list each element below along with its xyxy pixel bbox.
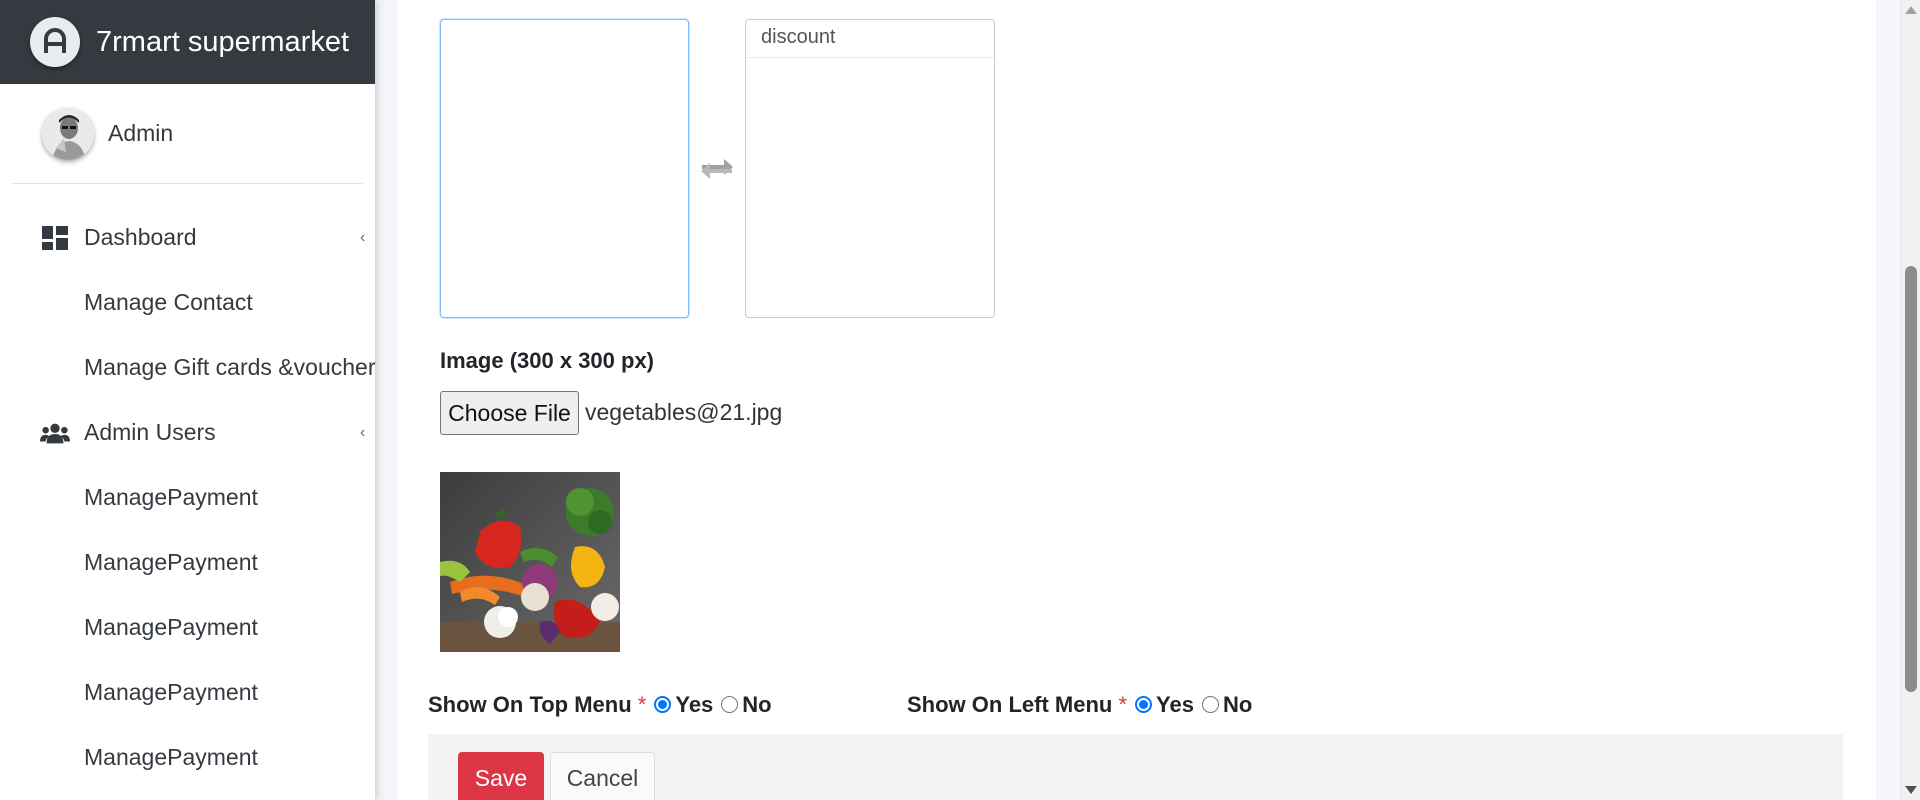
- sidebar-item-label: ManagePayment: [84, 679, 258, 705]
- sidebar: 7rmart supermarket Admin Dashboard ‹ Man…: [0, 0, 375, 800]
- top-menu-yes-radio[interactable]: [654, 696, 672, 713]
- show-on-left-menu-group: Show On Left Menu * Yes No: [907, 692, 1252, 718]
- sidebar-item-label: Dashboard: [84, 224, 197, 250]
- user-panel[interactable]: Admin: [12, 84, 363, 184]
- image-label: Image (300 x 300 px): [440, 348, 655, 373]
- brand-link[interactable]: 7rmart supermarket: [0, 0, 375, 84]
- show-on-left-menu-label: Show On Left Menu: [907, 692, 1113, 717]
- top-menu-no-radio[interactable]: [721, 696, 739, 713]
- sidebar-item-dashboard[interactable]: Dashboard ‹: [0, 205, 375, 270]
- sidebar-item-manage-payment[interactable]: ManagePayment: [0, 465, 375, 530]
- chevron-left-icon: ‹: [360, 228, 366, 246]
- chevron-left-icon: ‹: [360, 423, 366, 441]
- avatar: [42, 107, 94, 160]
- dashboard-icon: [40, 225, 70, 251]
- save-button[interactable]: Save: [458, 752, 544, 800]
- sidebar-item-label: ManagePayment: [84, 614, 258, 640]
- cancel-button[interactable]: Cancel: [550, 752, 655, 800]
- sidebar-item-label: ManagePayment: [84, 744, 258, 770]
- image-preview: [440, 472, 620, 652]
- scroll-up-arrow-icon[interactable]: [1905, 6, 1917, 14]
- sidebar-item-manage-gift-cards[interactable]: Manage Gift cards &voucher: [0, 335, 375, 400]
- brand-name: 7rmart supermarket: [96, 25, 350, 58]
- sidebar-item-manage-payment[interactable]: ManagePayment: [0, 530, 375, 595]
- sidebar-nav: Dashboard ‹ Manage Contact Manage Gift c…: [0, 205, 375, 790]
- selected-items-listbox[interactable]: [440, 19, 689, 318]
- sidebar-item-label: Manage Contact: [84, 289, 253, 315]
- brand-logo-icon: [30, 17, 80, 67]
- choose-file-button[interactable]: Choose File: [440, 391, 579, 435]
- left-menu-yes-radio[interactable]: [1135, 696, 1153, 713]
- top-menu-yes-label: Yes: [675, 692, 714, 717]
- left-menu-no-radio[interactable]: [1201, 696, 1219, 713]
- sidebar-item-label: Manage Gift cards &voucher: [84, 354, 376, 380]
- users-icon: [40, 420, 70, 446]
- sidebar-item-manage-payment[interactable]: ManagePayment: [0, 595, 375, 660]
- show-on-top-menu-label: Show On Top Menu: [428, 692, 632, 717]
- top-menu-no-label: No: [742, 692, 772, 717]
- required-indicator: *: [637, 692, 647, 717]
- sidebar-item-admin-users[interactable]: Admin Users ‹: [0, 400, 375, 465]
- sidebar-item-label: ManagePayment: [84, 549, 258, 575]
- show-on-top-menu-group: Show On Top Menu * Yes No: [428, 692, 772, 718]
- page-scrollbar[interactable]: [1900, 0, 1920, 800]
- sidebar-item-manage-payment[interactable]: ManagePayment: [0, 725, 375, 790]
- file-name: vegetables@21.jpg: [585, 399, 783, 425]
- sidebar-item-manage-payment[interactable]: ManagePayment: [0, 660, 375, 725]
- scrollbar-thumb[interactable]: [1905, 266, 1917, 692]
- left-menu-no-label: No: [1222, 692, 1253, 717]
- list-item[interactable]: discount: [746, 20, 994, 58]
- available-items-listbox[interactable]: discount: [745, 19, 995, 318]
- left-menu-yes-label: Yes: [1156, 692, 1194, 717]
- sidebar-item-label: Admin Users: [84, 419, 216, 445]
- sidebar-item-manage-contact[interactable]: Manage Contact: [0, 270, 375, 335]
- sidebar-item-label: ManagePayment: [84, 484, 258, 510]
- required-indicator: *: [1118, 692, 1128, 717]
- scroll-down-arrow-icon[interactable]: [1905, 786, 1917, 794]
- user-name: Admin: [108, 120, 174, 146]
- swap-arrows-icon[interactable]: [698, 154, 736, 184]
